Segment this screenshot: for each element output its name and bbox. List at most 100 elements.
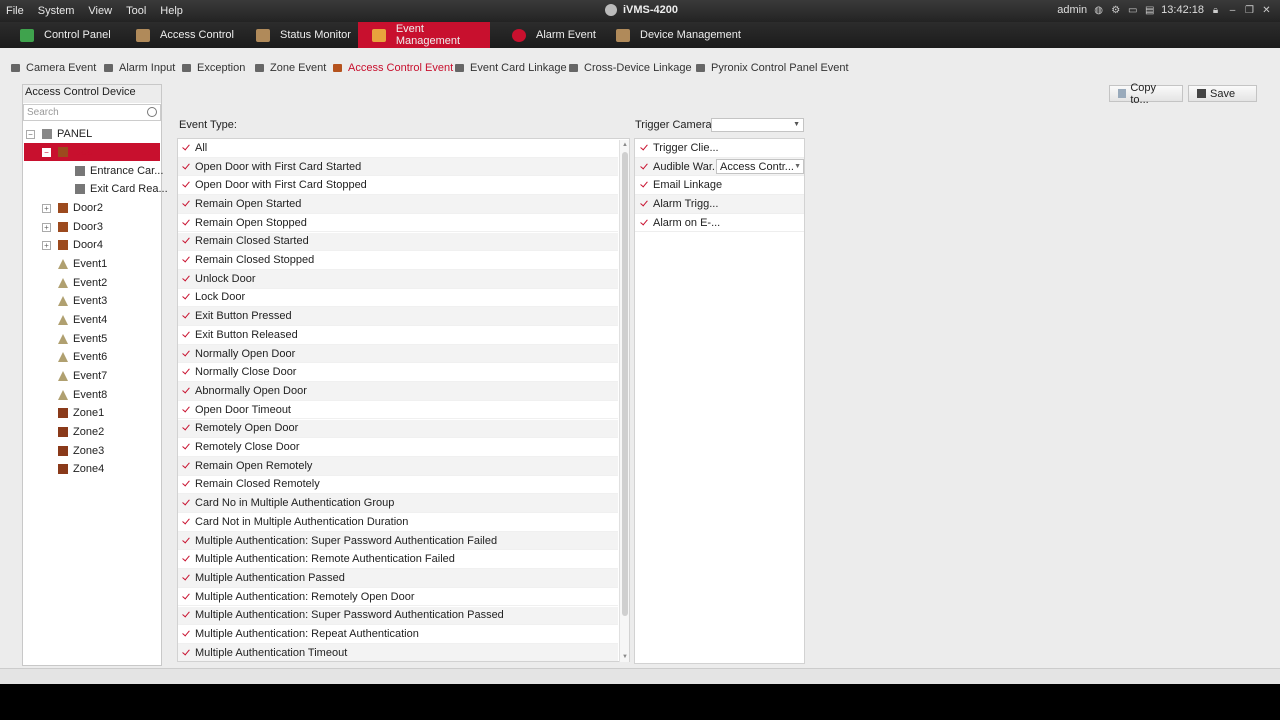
tree-node-zone2[interactable]: Zone2: [58, 423, 104, 441]
checkbox-checked-icon[interactable]: [182, 574, 190, 582]
checkbox-checked-icon[interactable]: [182, 368, 190, 376]
checkbox-checked-icon[interactable]: [640, 200, 648, 208]
event-row[interactable]: Remain Open Started: [178, 195, 618, 214]
trigger-row-audible[interactable]: Audible War... Access Contr... ▼: [635, 157, 804, 177]
event-row[interactable]: Remain Closed Remotely: [178, 476, 618, 495]
event-row[interactable]: Remotely Close Door: [178, 438, 618, 457]
event-row[interactable]: Multiple Authentication: Remote Authenti…: [178, 550, 618, 570]
tree-node-exit-reader[interactable]: Exit Card Rea...: [75, 180, 168, 198]
event-row[interactable]: Lock Door: [178, 289, 618, 308]
tab-exception[interactable]: Exception: [182, 62, 245, 74]
event-row[interactable]: Multiple Authentication: Super Password …: [178, 606, 618, 626]
checkbox-checked-icon[interactable]: [182, 256, 190, 264]
checkbox-checked-icon[interactable]: [182, 387, 190, 395]
trigger-row-alarm-emap[interactable]: Alarm on E-...: [635, 214, 804, 233]
checkbox-checked-icon[interactable]: [182, 181, 190, 189]
event-row[interactable]: Remain Closed Started: [178, 232, 618, 252]
module-tab-device-management[interactable]: Device Management: [616, 22, 746, 48]
audible-warning-select[interactable]: Access Contr... ▼: [716, 158, 804, 174]
tree-node-event1[interactable]: Event1: [58, 255, 107, 273]
event-row-all[interactable]: All: [178, 139, 618, 158]
tree-node-event6[interactable]: Event6: [58, 348, 107, 366]
tab-event-card-linkage[interactable]: Event Card Linkage: [455, 62, 567, 74]
tree-node-entrance-reader[interactable]: Entrance Car...: [75, 162, 163, 180]
trigger-row-client[interactable]: Trigger Clie...: [635, 139, 804, 158]
checkbox-checked-icon[interactable]: [182, 275, 190, 283]
event-row[interactable]: Normally Open Door: [178, 344, 618, 364]
tree-node-event8[interactable]: Event8: [58, 386, 107, 404]
checkbox-checked-icon[interactable]: [182, 424, 190, 432]
checkbox-checked-icon[interactable]: [182, 144, 190, 152]
tree-node-door3[interactable]: + Door3: [42, 218, 103, 236]
module-tab-event-management[interactable]: Event Management: [358, 22, 490, 48]
event-row[interactable]: Remain Open Stopped: [178, 214, 618, 233]
event-row[interactable]: Remain Open Remotely: [178, 456, 618, 476]
close-icon[interactable]: ✕: [1261, 5, 1272, 16]
checkbox-checked-icon[interactable]: [182, 611, 190, 619]
collapse-icon[interactable]: −: [26, 129, 35, 139]
event-row[interactable]: Multiple Authentication Passed: [178, 569, 618, 588]
checkbox-checked-icon[interactable]: [182, 200, 190, 208]
expand-icon[interactable]: +: [42, 222, 51, 232]
tab-access-control-event[interactable]: Access Control Event: [333, 62, 453, 74]
lock-icon[interactable]: 🔒︎: [1210, 5, 1221, 16]
checkbox-checked-icon[interactable]: [182, 406, 190, 414]
event-row[interactable]: Exit Button Pressed: [178, 307, 618, 326]
event-row[interactable]: Abnormally Open Door: [178, 382, 618, 401]
checkbox-checked-icon[interactable]: [182, 480, 190, 488]
event-row[interactable]: Multiple Authentication: Repeat Authenti…: [178, 625, 618, 644]
tab-cross-device-linkage[interactable]: Cross-Device Linkage: [569, 62, 692, 74]
event-row[interactable]: Card Not in Multiple Authentication Dura…: [178, 513, 618, 532]
checkbox-checked-icon[interactable]: [182, 537, 190, 545]
checkbox-checked-icon[interactable]: [182, 219, 190, 227]
event-row[interactable]: Open Door Timeout: [178, 401, 618, 420]
tree-node-zone4[interactable]: Zone4: [58, 460, 104, 478]
module-tab-control-panel[interactable]: Control Panel: [20, 22, 118, 48]
event-row[interactable]: Multiple Authentication: Remotely Open D…: [178, 588, 618, 607]
menu-view[interactable]: View: [88, 5, 112, 17]
copy-to-button[interactable]: Copy to...: [1109, 82, 1183, 106]
tree-node-event4[interactable]: Event4: [58, 311, 107, 329]
checkbox-checked-icon[interactable]: [182, 163, 190, 171]
tree-node-panel[interactable]: − PANEL: [26, 125, 92, 143]
module-tab-status-monitor[interactable]: Status Monitor: [256, 22, 356, 48]
save-button[interactable]: Save: [1188, 85, 1257, 102]
event-row[interactable]: Open Door with First Card Stopped: [178, 176, 618, 196]
trigger-row-alarm-trigger[interactable]: Alarm Trigg...: [635, 195, 804, 214]
checkbox-checked-icon[interactable]: [182, 331, 190, 339]
checkbox-checked-icon[interactable]: [182, 293, 190, 301]
checkbox-checked-icon[interactable]: [182, 555, 190, 563]
tree-node-door4[interactable]: + Door4: [42, 236, 103, 254]
tab-pyronix-control-panel-event[interactable]: Pyronix Control Panel Event: [696, 62, 849, 74]
checkbox-checked-icon[interactable]: [182, 593, 190, 601]
scroll-thumb[interactable]: [622, 152, 628, 616]
tree-node-event3[interactable]: Event3: [58, 292, 107, 310]
event-row[interactable]: Open Door with First Card Started: [178, 157, 618, 177]
event-row[interactable]: Normally Close Door: [178, 363, 618, 383]
tree-node-zone3[interactable]: Zone3: [58, 442, 104, 460]
tree-node-event5[interactable]: Event5: [58, 330, 107, 348]
event-row[interactable]: Multiple Authentication: Super Password …: [178, 531, 618, 551]
checkbox-checked-icon[interactable]: [182, 518, 190, 526]
checkbox-checked-icon[interactable]: [182, 350, 190, 358]
tab-zone-event[interactable]: Zone Event: [255, 62, 326, 74]
event-row[interactable]: Card No in Multiple Authentication Group: [178, 494, 618, 513]
tree-node-zone1[interactable]: Zone1: [58, 404, 104, 422]
expand-icon[interactable]: +: [42, 203, 51, 213]
event-list-scrollbar[interactable]: ▲ ▼: [619, 140, 629, 662]
trigger-row-email[interactable]: Email Linkage: [635, 176, 804, 196]
event-row[interactable]: Remotely Open Door: [178, 419, 618, 439]
checkbox-checked-icon[interactable]: [182, 443, 190, 451]
trigger-camera-select[interactable]: ▼: [711, 118, 804, 132]
tab-camera-event[interactable]: Camera Event: [11, 62, 96, 74]
menu-help[interactable]: Help: [160, 5, 183, 17]
menu-tool[interactable]: Tool: [126, 5, 146, 17]
event-row[interactable]: Multiple Authentication Timeout: [178, 643, 618, 661]
checkbox-checked-icon[interactable]: [182, 499, 190, 507]
tab-alarm-input[interactable]: Alarm Input: [104, 62, 175, 74]
minimize-icon[interactable]: –: [1227, 5, 1238, 16]
checkbox-checked-icon[interactable]: [182, 649, 190, 657]
user-name[interactable]: admin: [1057, 4, 1087, 16]
checkbox-checked-icon[interactable]: [640, 181, 648, 189]
checkbox-checked-icon[interactable]: [640, 144, 648, 152]
